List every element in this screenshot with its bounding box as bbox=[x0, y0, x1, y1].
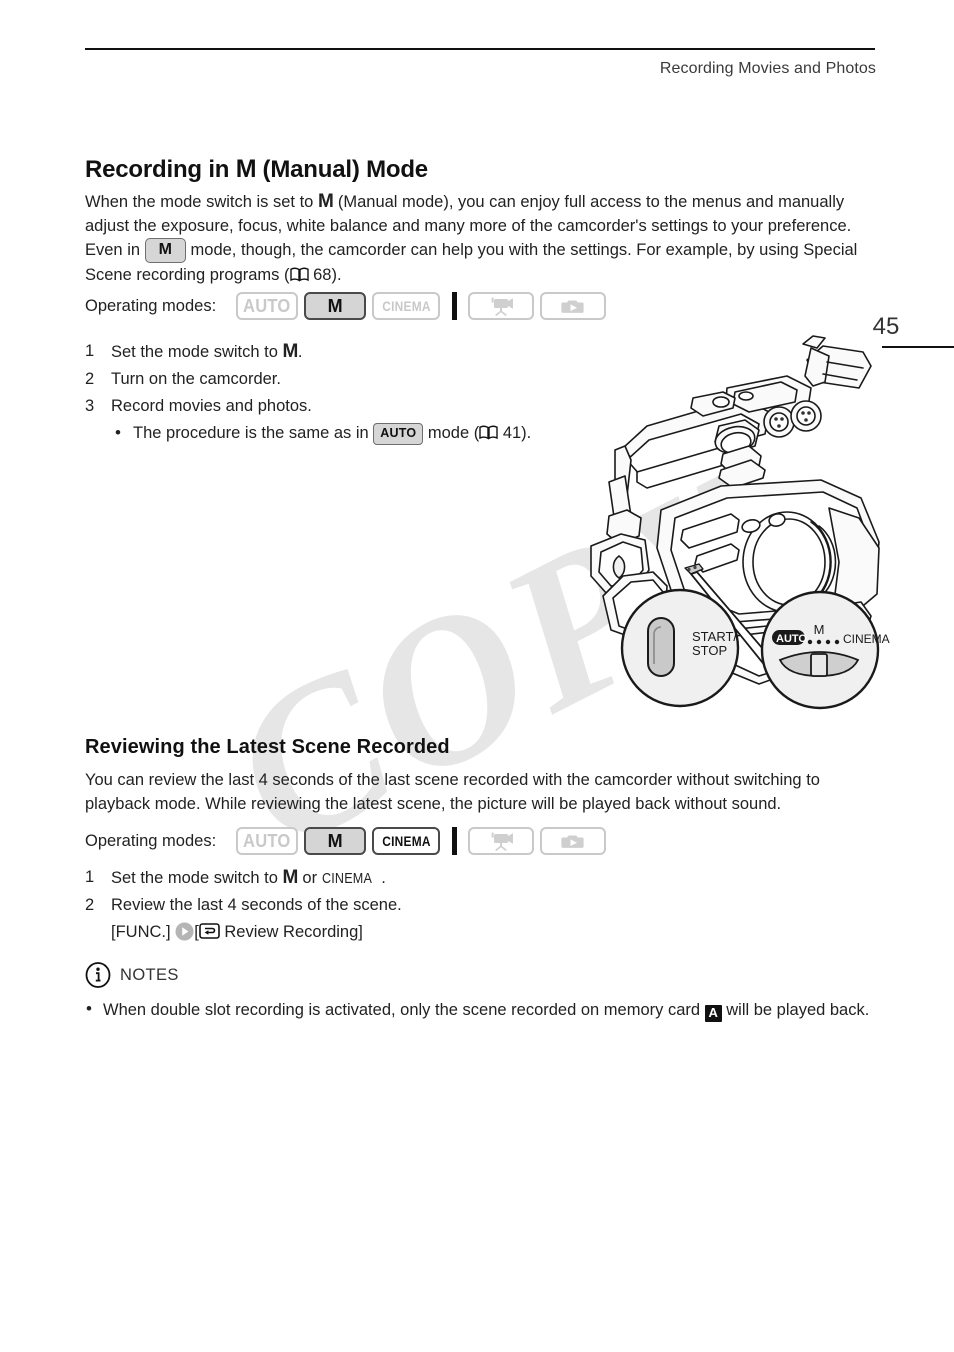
step-3-substep: • The procedure is the same as in AUTO mo… bbox=[85, 420, 555, 447]
step-1-mode-glyph: M bbox=[282, 341, 299, 362]
review-step-2-number: 2 bbox=[85, 896, 95, 914]
step-2: 2 Turn on the camcorder. bbox=[85, 366, 555, 393]
mode-chip-cinema-2[interactable]: CINEMA bbox=[372, 827, 441, 855]
review-step-1-before: Set the mode switch to bbox=[111, 869, 283, 887]
mode-chip-manual-1-label: M bbox=[327, 295, 343, 316]
switch-auto-label: AUTO bbox=[776, 633, 807, 645]
note-item: • When double slot recording is activated… bbox=[85, 998, 875, 1022]
callout-start-label: START/ bbox=[692, 629, 737, 644]
review-step-1-number: 1 bbox=[85, 868, 95, 886]
review-step-2-text: Review the last 4 seconds of the scene. bbox=[111, 896, 402, 914]
notes-header: NOTES bbox=[85, 962, 875, 988]
review-step-1: 1 Set the mode switch to M or CINEMA. bbox=[85, 864, 605, 892]
section2-steps: 1 Set the mode switch to M or CINEMA. 2 Re… bbox=[85, 864, 605, 946]
note-text-after: will be played back. bbox=[721, 1001, 870, 1019]
step-1-text-before: Set the mode switch to bbox=[111, 343, 283, 361]
bullet-dot: • bbox=[86, 999, 92, 1018]
inline-badge-auto: AUTO bbox=[373, 423, 424, 445]
mode-chip-cinema-1[interactable]: CINEMA bbox=[372, 292, 441, 320]
callout-stop-label: STOP bbox=[692, 643, 727, 658]
substep-page-ref: 41). bbox=[498, 424, 532, 442]
substep-text-before: The procedure is the same as in bbox=[133, 424, 374, 442]
memory-card-a-badge: A bbox=[704, 1005, 722, 1022]
operating-modes-row-1: Operating modes: AUTO M CINEMA bbox=[85, 289, 875, 323]
header-rule bbox=[85, 48, 875, 50]
paragraph-part1: When the mode switch is set to bbox=[85, 193, 318, 211]
mode-chip-photo-playback-2[interactable] bbox=[540, 827, 607, 855]
book-page-icon bbox=[289, 265, 309, 282]
step-2-text: Turn on the camcorder. bbox=[111, 370, 281, 388]
mode-chip-auto-2[interactable]: AUTO bbox=[236, 827, 299, 855]
inline-badge-manual: M bbox=[144, 238, 186, 263]
page-content: Recording Movies and Photos 45 Recording… bbox=[0, 0, 954, 1352]
notes-label: NOTES bbox=[120, 965, 179, 984]
movie-playback-icon bbox=[486, 830, 516, 852]
operating-modes-label-2: Operating modes: bbox=[85, 831, 217, 850]
review-step-2: 2 Review the last 4 seconds of the scene. bbox=[85, 892, 605, 919]
review-step-1-mid: or bbox=[297, 869, 322, 887]
review-step-1-after: . bbox=[381, 869, 386, 887]
review-recording-icon bbox=[198, 921, 220, 939]
review-step-1-cinema-glyph: CINEMA bbox=[321, 870, 372, 887]
mode-chip-cinema-2-label: CINEMA bbox=[381, 833, 431, 849]
substep-text-after: mode ( bbox=[423, 424, 480, 442]
operating-modes-row-2: Operating modes: AUTO M CINEMA bbox=[85, 824, 875, 858]
note-text-before: When double slot recording is activated,… bbox=[103, 1001, 705, 1019]
mode-chip-cinema-1-label: CINEMA bbox=[381, 298, 431, 314]
movie-playback-icon bbox=[486, 295, 516, 317]
step-3-text: Record movies and photos. bbox=[111, 397, 312, 415]
func-label: [FUNC.] bbox=[111, 923, 171, 941]
mode-divider-1 bbox=[452, 292, 458, 320]
paragraph-part3: mode, though, the camcorder can help you… bbox=[85, 241, 858, 284]
operating-modes-label-1: Operating modes: bbox=[85, 296, 217, 315]
step-2-number: 2 bbox=[85, 370, 95, 388]
mode-chip-movie-playback-1[interactable] bbox=[468, 292, 535, 320]
section-title-reviewing: Reviewing the Latest Scene Recorded bbox=[85, 736, 450, 758]
section2-paragraph: You can review the last 4 seconds of the… bbox=[85, 771, 820, 813]
photo-playback-icon bbox=[558, 830, 588, 852]
step-1: 1 Set the mode switch to M. bbox=[85, 338, 555, 366]
switch-m-label: M bbox=[814, 622, 825, 637]
section1-paragraph: When the mode switch is set to M (Manual… bbox=[85, 190, 875, 287]
mode-chip-manual-1[interactable]: M bbox=[304, 292, 367, 320]
bullet-dot: • bbox=[115, 423, 121, 442]
mode-chip-auto-1[interactable]: AUTO bbox=[236, 292, 299, 320]
arrow-right-circle-icon bbox=[175, 922, 194, 941]
paragraph-mode-glyph: M bbox=[317, 191, 334, 212]
mode-chip-auto-1-label: AUTO bbox=[243, 295, 291, 316]
callout-mode-switch bbox=[760, 590, 880, 710]
switch-cinema-label: CINEMA bbox=[843, 632, 890, 646]
mode-chip-auto-2-label: AUTO bbox=[243, 830, 291, 851]
step-3: 3 Record movies and photos. bbox=[85, 393, 555, 420]
photo-playback-icon bbox=[558, 295, 588, 317]
mode-chip-movie-playback-2[interactable] bbox=[468, 827, 535, 855]
step-1-text-after: . bbox=[297, 343, 303, 361]
mode-divider-2 bbox=[452, 827, 458, 855]
section-title-prefix: Recording in bbox=[85, 156, 236, 183]
header-title: Recording Movies and Photos bbox=[659, 60, 876, 77]
mode-chip-manual-2-label: M bbox=[327, 830, 343, 851]
review-step-1-mode-glyph: M bbox=[282, 867, 299, 888]
section-title-suffix: (Manual) Mode bbox=[256, 156, 429, 183]
mode-chip-photo-playback-1[interactable] bbox=[540, 292, 607, 320]
review-step-2-detail: [FUNC.] [ Review Recording] bbox=[85, 919, 605, 946]
paragraph-page-ref: 68). bbox=[308, 266, 342, 284]
book-page-icon bbox=[479, 422, 498, 440]
mode-chip-manual-2[interactable]: M bbox=[304, 827, 367, 855]
step-1-number: 1 bbox=[85, 342, 95, 360]
step-3-number: 3 bbox=[85, 397, 95, 415]
section1-steps: 1 Set the mode switch to M. 2 Turn on the … bbox=[85, 338, 555, 447]
info-icon bbox=[85, 962, 111, 988]
menu-item-label: Review Recording] bbox=[219, 923, 363, 941]
section-title-recording-manual: Recording in M (Manual) Mode bbox=[85, 155, 875, 184]
camcorder-illustration: START/ STOP AUTO M CINEMA bbox=[575, 330, 895, 725]
section-title-mode-glyph: M bbox=[235, 155, 257, 183]
